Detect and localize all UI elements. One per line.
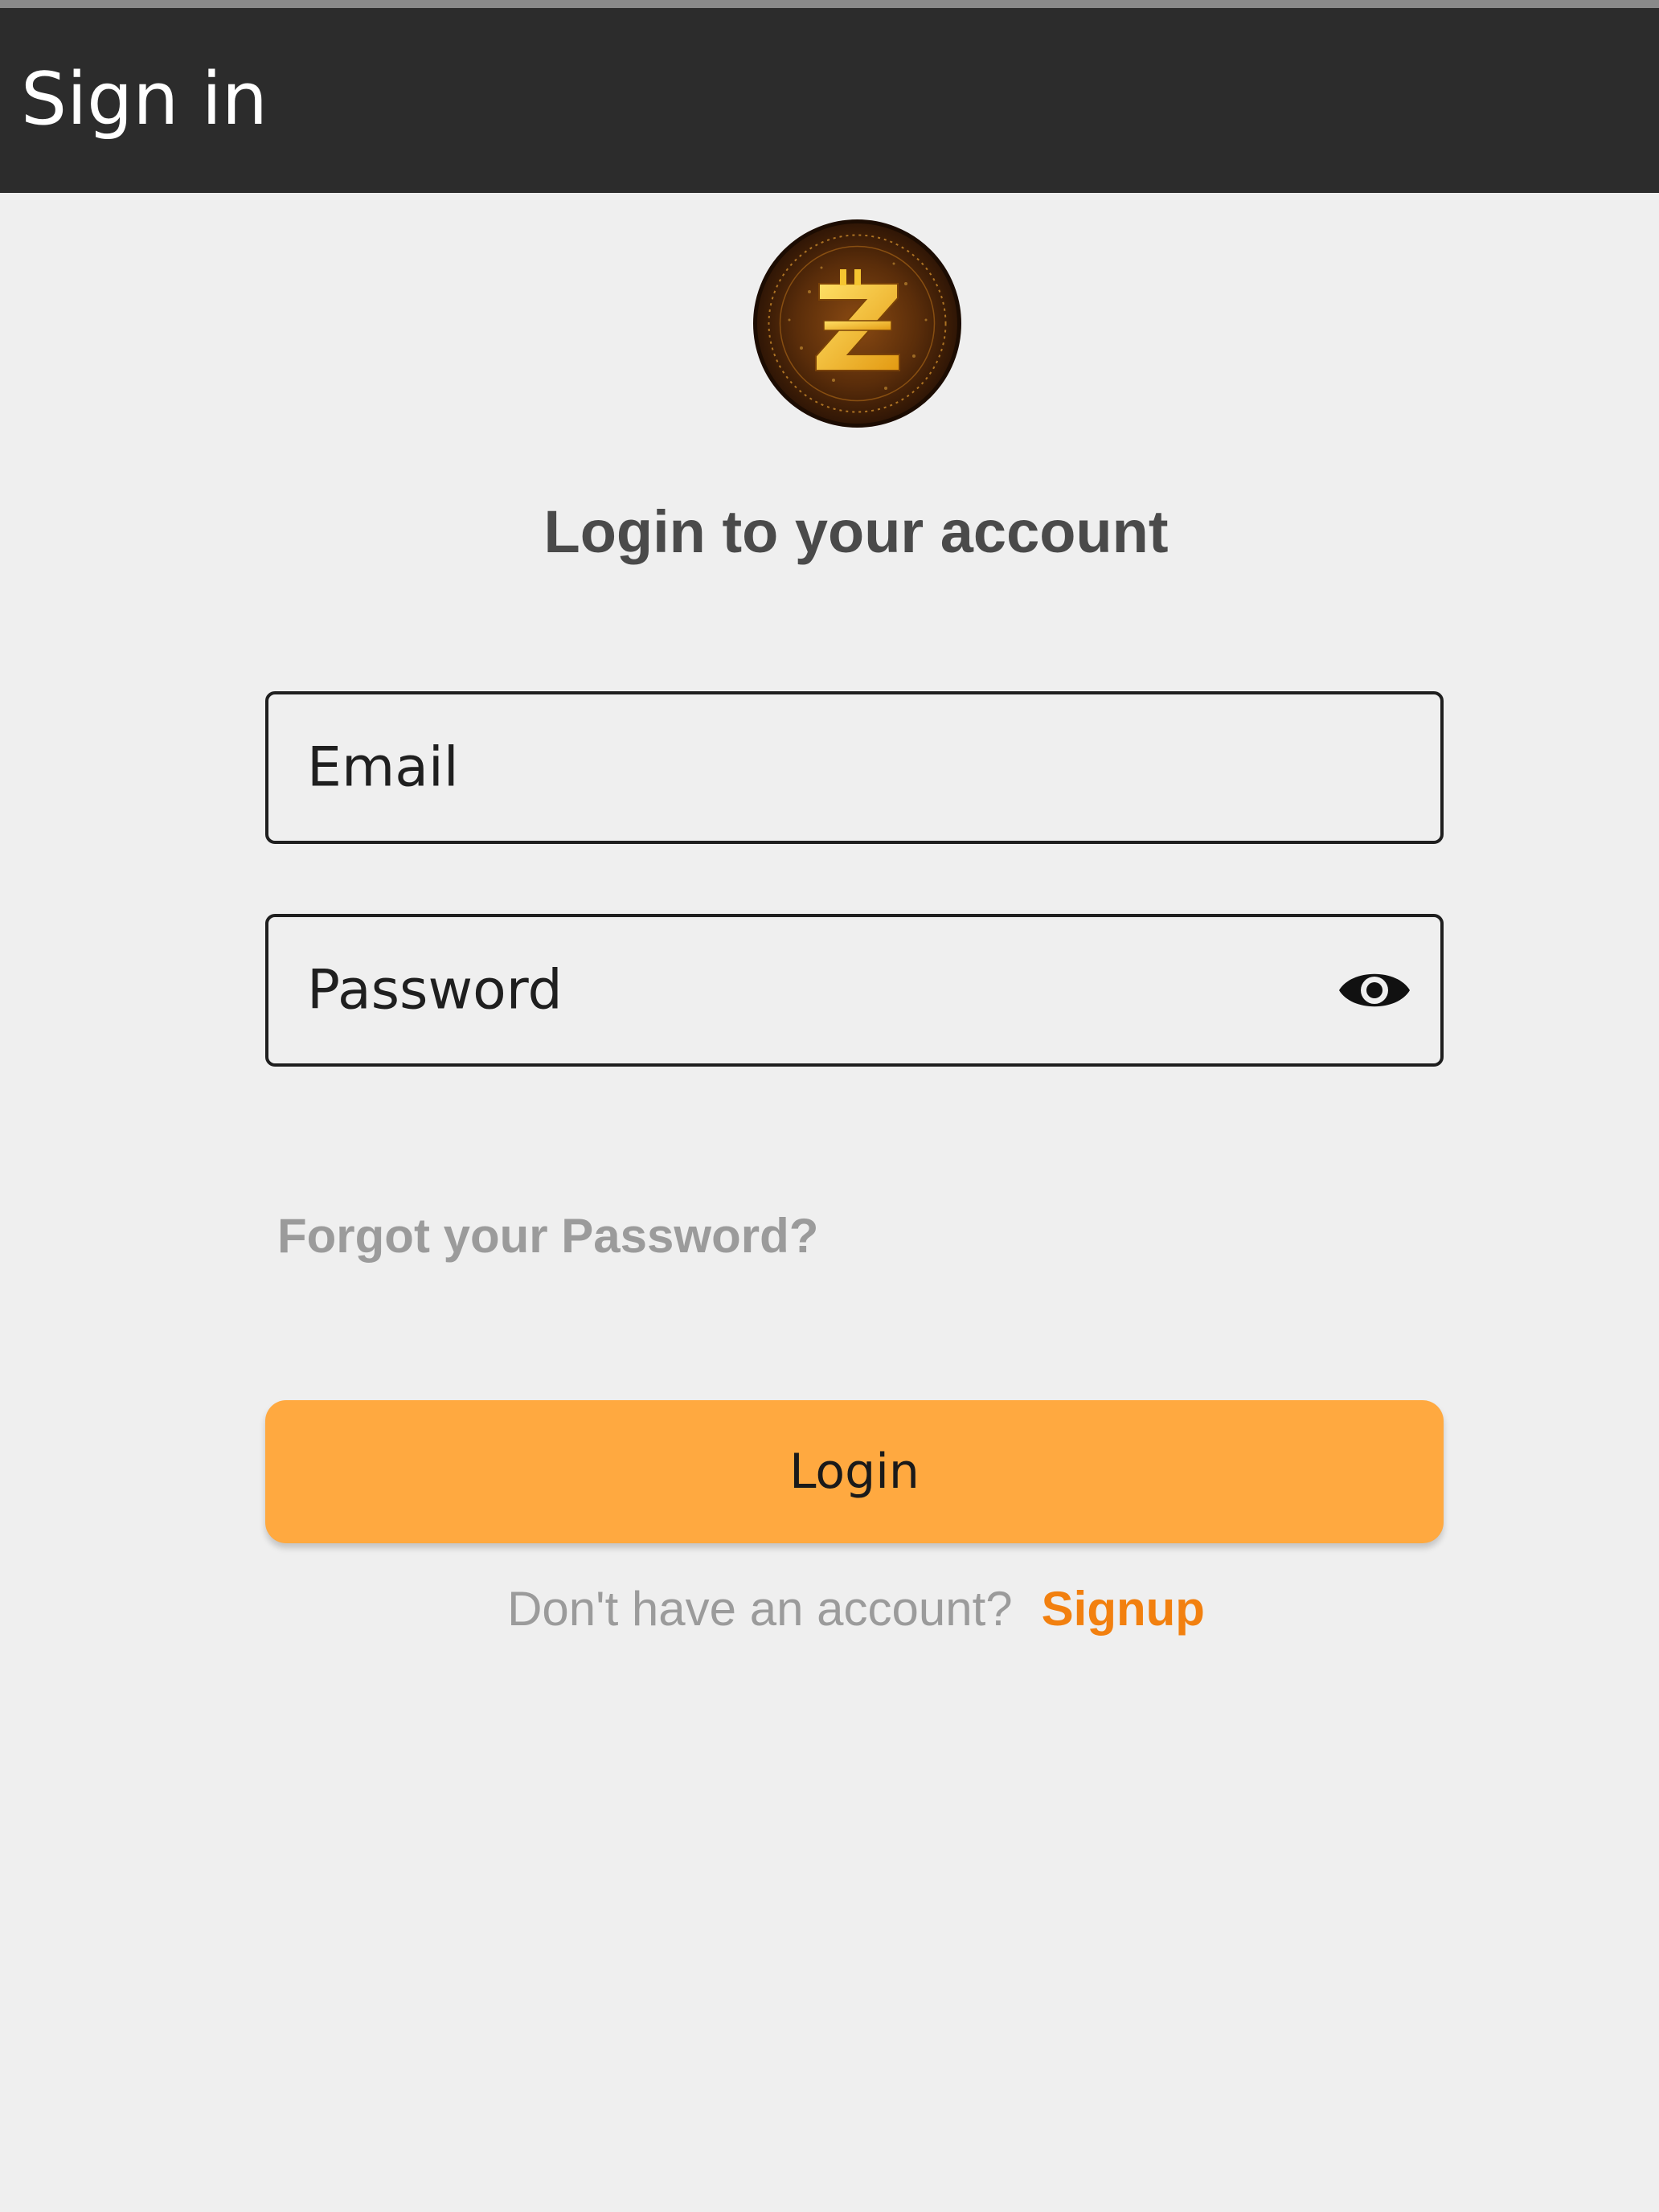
password-field[interactable]: Password	[265, 914, 1444, 1067]
app-bar: Sign in	[0, 8, 1659, 193]
signup-prompt: Don't have an account?	[507, 1582, 1013, 1636]
signup-row: Don't have an account? Signup	[0, 1569, 1659, 1649]
app-bar-title: Sign in	[21, 57, 268, 141]
signup-link[interactable]: Signup	[1042, 1582, 1205, 1636]
window-top-border	[0, 0, 1659, 8]
email-field[interactable]: Email	[265, 691, 1444, 844]
z-coin-logo-icon	[753, 219, 961, 428]
login-button[interactable]: Login	[265, 1400, 1444, 1543]
eye-icon[interactable]	[1336, 962, 1413, 1018]
forgot-password-link[interactable]: Forgot your Password?	[277, 1196, 818, 1276]
email-field-label: Email	[307, 735, 459, 800]
login-button-label: Login	[789, 1444, 920, 1500]
login-heading: Login to your account	[543, 498, 1169, 565]
password-field-label: Password	[307, 958, 563, 1022]
